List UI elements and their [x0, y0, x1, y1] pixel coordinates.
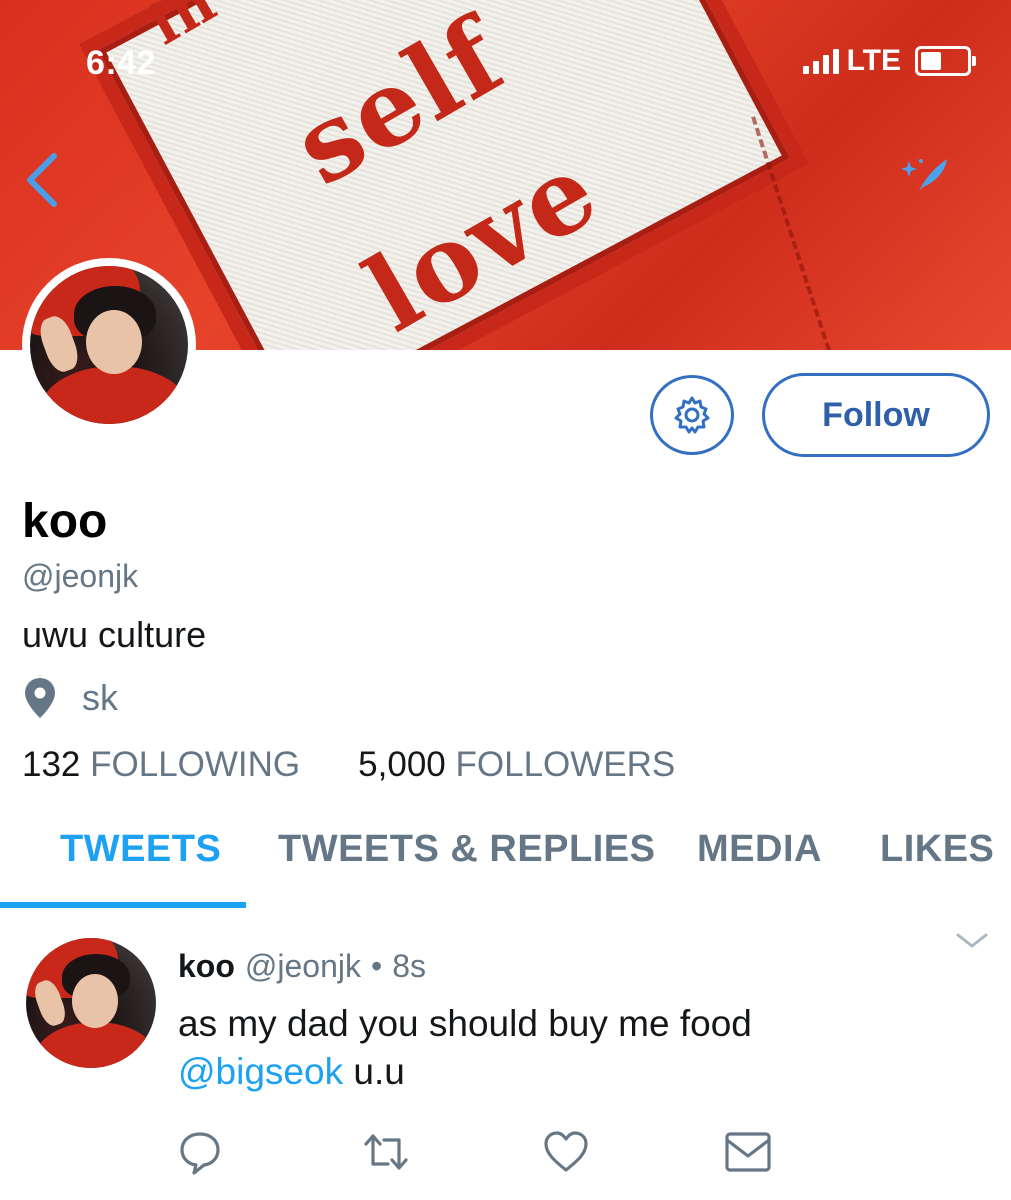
reply-icon[interactable] — [176, 1128, 224, 1176]
tweet-text-tail: u.u — [343, 1051, 405, 1092]
tab-tweets-replies[interactable]: TWEETS & REPLIES — [278, 828, 655, 871]
dm-icon[interactable] — [724, 1128, 772, 1176]
tab-tweets[interactable]: TWEETS — [60, 828, 221, 871]
gear-icon — [674, 396, 710, 434]
location-pin-icon — [25, 678, 55, 718]
tweet-author-handle[interactable]: @jeonjk — [245, 948, 361, 985]
following-label: FOLLOWING — [90, 745, 301, 784]
like-icon[interactable] — [542, 1128, 590, 1176]
tab-media[interactable]: MEDIA — [697, 828, 822, 871]
back-chevron-icon[interactable] — [22, 150, 62, 210]
followers-label: FOLLOWERS — [455, 745, 676, 784]
profile-location: sk — [22, 676, 118, 720]
profile-handle: @jeonjk — [22, 558, 139, 594]
tweet-separator: • — [370, 948, 383, 984]
chevron-down-icon[interactable] — [955, 930, 989, 952]
network-label: LTE — [846, 44, 901, 77]
tweet-author-name[interactable]: koo — [178, 948, 235, 985]
tweet-actions — [0, 1128, 1011, 1176]
followers-count: 5,000 — [358, 745, 446, 784]
tweet-text: as my dad you should buy me food @bigseo… — [178, 1000, 958, 1096]
following-count: 132 — [22, 745, 81, 784]
status-time: 6:42 — [86, 44, 157, 82]
profile-stats: 132 FOLLOWING 5,000 FOLLOWERS — [22, 745, 675, 785]
signal-icon — [802, 48, 839, 74]
banner-stitches — [751, 42, 1011, 350]
tweet-header: koo @jeonjk • 8s — [178, 948, 426, 985]
retweet-icon[interactable] — [362, 1128, 410, 1176]
tweet-avatar[interactable] — [26, 938, 156, 1068]
active-tab-indicator — [0, 902, 246, 908]
location-text: sk — [82, 677, 118, 718]
tab-likes[interactable]: LIKES — [880, 828, 994, 871]
follow-button[interactable]: Follow — [762, 373, 990, 457]
profile-bio: uwu culture — [22, 614, 207, 655]
tweet-avatar-image — [26, 938, 156, 1068]
following-stat[interactable]: 132 FOLLOWING — [22, 745, 300, 785]
profile-avatar[interactable] — [22, 258, 196, 432]
tweet-text-line1: as my dad you should buy me food — [178, 1003, 752, 1044]
tweet-timestamp: 8s — [392, 948, 426, 984]
compose-tweet-icon[interactable] — [901, 155, 951, 195]
battery-icon — [915, 46, 976, 76]
profile-name: koo — [22, 495, 108, 548]
avatar-image — [30, 266, 188, 424]
profile-tabs: TWEETS TWEETS & REPLIES MEDIA LIKES — [0, 820, 1011, 910]
tweet-mention-link[interactable]: @bigseok — [178, 1051, 343, 1092]
status-right: LTE — [802, 44, 976, 78]
profile-settings-button[interactable] — [650, 375, 734, 455]
followers-stat[interactable]: 5,000 FOLLOWERS — [358, 745, 675, 785]
